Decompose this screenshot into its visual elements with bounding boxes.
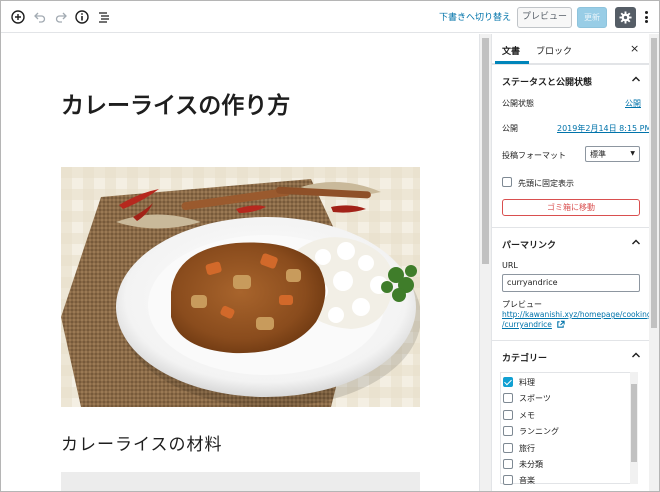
category-scrollbar-thumb[interactable] (631, 384, 637, 462)
tab-document[interactable]: 文書 (502, 44, 520, 57)
editor-canvas: カレーライスの作り方 カレーライスの材料 (1, 34, 479, 491)
settings-button[interactable] (615, 7, 636, 28)
permalink-panel-title: パーマリンク (502, 241, 557, 251)
category-checkbox[interactable] (503, 443, 513, 453)
category-panel-header[interactable]: カテゴリー (492, 340, 649, 370)
category-checkbox[interactable] (503, 459, 513, 469)
outline-icon[interactable] (95, 8, 113, 26)
redo-icon[interactable] (52, 8, 70, 26)
chevron-up-icon (632, 352, 640, 358)
status-panel-title: ステータスと公開状態 (502, 78, 593, 88)
category-label: ランニング (519, 427, 559, 436)
sidebar-scrollbar-thumb[interactable] (651, 38, 657, 328)
post-title[interactable]: カレーライスの作り方 (61, 86, 290, 120)
category-checkbox[interactable] (503, 410, 513, 420)
tab-block[interactable]: ブロック (536, 44, 572, 57)
post-format-select[interactable]: 標準 ▼ (585, 146, 640, 162)
category-checkbox[interactable] (503, 393, 513, 403)
move-to-trash-button[interactable]: ゴミ箱に移動 (502, 199, 640, 216)
editor-scrollbar-thumb[interactable] (482, 38, 489, 264)
permalink-preview-link-cont[interactable]: /curryandrice (502, 320, 552, 329)
info-icon[interactable] (73, 8, 91, 26)
section-heading[interactable]: カレーライスの材料 (61, 430, 223, 455)
sidebar-tabs: 文書 ブロック × (492, 34, 649, 64)
sticky-checkbox[interactable] (502, 177, 512, 187)
curry-rice-image[interactable] (61, 167, 420, 407)
visibility-label: 公開状態 (502, 99, 534, 108)
close-icon[interactable]: × (630, 42, 639, 55)
sidebar-scrollbar[interactable] (649, 34, 659, 491)
status-panel-header[interactable]: ステータスと公開状態 (492, 64, 649, 94)
category-label: メモ (519, 411, 535, 420)
chevron-down-icon: ▼ (630, 150, 635, 157)
switch-to-draft-link[interactable]: 下書きへ切り替え (439, 10, 511, 23)
post-format-value: 標準 (590, 150, 606, 159)
category-label: 音楽 (519, 476, 535, 485)
publish-label: 公開 (502, 124, 518, 133)
undo-icon[interactable] (31, 8, 49, 26)
publish-date-link[interactable]: 2019年2月14日 8:15 PM (557, 123, 649, 134)
permalink-preview-label: プレビュー (502, 300, 542, 309)
chevron-up-icon (632, 76, 640, 82)
editor-scrollbar[interactable] (479, 34, 491, 491)
category-panel-title: カテゴリー (502, 354, 548, 364)
category-label: 未分類 (519, 460, 543, 469)
post-format-label: 投稿フォーマット (502, 151, 566, 160)
permalink-panel-header[interactable]: パーマリンク (492, 227, 649, 257)
category-label: 料理 (519, 378, 535, 387)
category-scrollbar[interactable] (630, 372, 638, 484)
more-options-icon[interactable] (642, 9, 650, 25)
category-list: 料理 スポーツ メモ ランニング 旅行 未分類 音楽 (500, 372, 638, 485)
url-label: URL (502, 261, 518, 270)
update-button[interactable]: 更新 (577, 7, 607, 28)
preview-button[interactable]: プレビュー (517, 7, 572, 28)
settings-sidebar: 文書 ブロック × ステータスと公開状態 公開状態 公開 公開 2019年2月1… (491, 34, 649, 491)
category-checkbox[interactable] (503, 426, 513, 436)
category-label: スポーツ (519, 394, 551, 403)
chevron-up-icon (632, 239, 640, 245)
gear-icon (619, 11, 632, 24)
category-label: 旅行 (519, 444, 535, 453)
top-toolbar: 下書きへ切り替え プレビュー 更新 (1, 1, 659, 33)
category-checkbox[interactable] (503, 377, 513, 387)
category-checkbox[interactable] (503, 475, 513, 485)
permalink-preview-link[interactable]: http://kawanishi.xyz/homepage/cooking (502, 310, 649, 319)
url-slug-input[interactable]: curryandrice (502, 274, 640, 292)
visibility-link[interactable]: 公開 (625, 98, 641, 109)
add-block-icon[interactable] (9, 8, 27, 26)
external-link-icon (557, 320, 565, 328)
sticky-label: 先頭に固定表示 (518, 179, 574, 188)
next-image-block[interactable] (61, 472, 420, 491)
